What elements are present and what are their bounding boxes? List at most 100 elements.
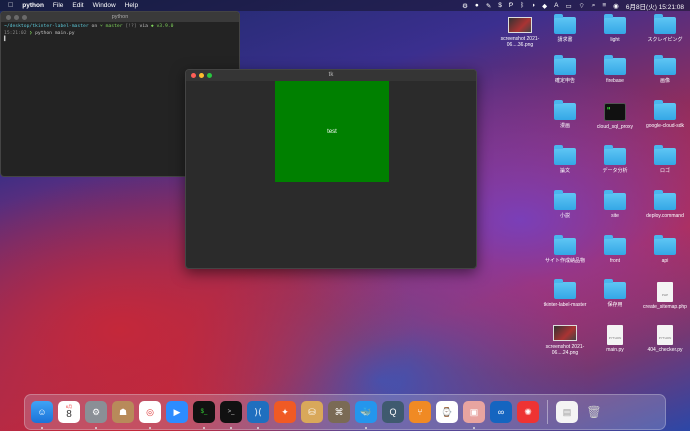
prompt-time: 15:21:02 <box>4 30 27 36</box>
desktop-item-label: 404_checker.py <box>647 347 683 353</box>
desktop-item[interactable]: firebase <box>590 55 640 84</box>
trash-icon[interactable]: 🗑 <box>583 401 605 423</box>
docker-icon[interactable]: 🐳 <box>355 401 377 429</box>
desktop-item[interactable]: ロゴ <box>640 145 690 174</box>
sequel-pro-icon[interactable]: ⛁ <box>301 401 323 423</box>
preview-icon[interactable]: ▣ <box>463 401 485 429</box>
evernote-icon[interactable]: ✎ <box>486 2 491 10</box>
desktop-item[interactable]: light <box>590 14 640 43</box>
desktop-item-label: 小説 <box>559 213 570 219</box>
desktop-item-label: screenshot 2021-06....24.png <box>545 344 585 356</box>
desktop-item[interactable]: 請求書 <box>540 14 590 43</box>
document-icon: PHP <box>657 282 673 302</box>
downloads-doc-icon[interactable]: ▤ <box>556 401 578 423</box>
desktop-item[interactable]: screenshot 2021-06....24.png <box>540 325 590 356</box>
prompt-command: python main.py <box>35 30 75 36</box>
menu-window[interactable]: Window <box>93 2 116 9</box>
dock: ☺ 6月 8 ⚙ ☗ ◎ ▶ $_ >_ ⟩⟨ ✦ ⛁ ⌘ 🐳 Q ⑂ ⌚ ▣ ∞… <box>24 394 666 430</box>
tk-window[interactable]: tk test <box>185 69 477 269</box>
terminal-output[interactable]: ~/desktop/tkinter-label-master on ⑂ mast… <box>1 22 239 46</box>
python-icon: ◆ <box>150 24 154 29</box>
desktop-item[interactable]: api <box>640 235 690 264</box>
desktop-item[interactable]: 漫画 <box>540 100 590 129</box>
desktop-item[interactable]: PYTHON 404_checker.py <box>640 325 690 353</box>
desktop-item[interactable]: 保存用 <box>590 279 640 308</box>
document-icon: PYTHON <box>657 325 673 345</box>
desktop-item[interactable]: screenshot 2021-06....36.png <box>495 17 545 48</box>
dollar-icon[interactable]: $ <box>498 2 502 9</box>
clock-icon[interactable]: ✺ <box>517 401 539 423</box>
folder-icon <box>654 145 676 165</box>
desktop-item[interactable]: PHP create_sitemap.php <box>640 282 690 310</box>
desktop-item[interactable]: 論文 <box>540 145 590 174</box>
terminal-titlebar[interactable]: python <box>1 12 239 22</box>
simulator-icon[interactable]: ⌚ <box>436 401 458 423</box>
desktop-item-label: ロゴ <box>659 168 670 174</box>
finder-icon[interactable]: ☺ <box>31 401 53 429</box>
gear-icon[interactable]: ⚙ <box>462 2 468 10</box>
folder-icon <box>654 14 676 34</box>
desktop-item-label: サイト作成納品物 <box>544 258 585 264</box>
swift-icon[interactable]: ✦ <box>274 401 296 423</box>
tk-label: test <box>275 81 389 182</box>
record-icon[interactable]: ● <box>475 2 479 9</box>
desktop-item[interactable]: deploy.command <box>640 190 690 219</box>
menu-bar:  python File Edit Window Help ⚙ ● ✎ $ Ᵽ… <box>0 0 690 11</box>
desktop-item[interactable]: front <box>590 235 640 264</box>
git-branch-icon: ⑂ <box>99 24 103 29</box>
terminal-icon[interactable]: $_ <box>193 401 215 429</box>
menu-clock[interactable]: 6月8日(火) 15:21:08 <box>626 1 684 11</box>
system-preferences-icon[interactable]: ⚙ <box>85 401 107 429</box>
desktop-item[interactable]: データ分析 <box>590 145 640 174</box>
desktop-item[interactable]: 確定申告 <box>540 55 590 84</box>
image-thumbnail-icon <box>553 325 577 341</box>
executable-icon: ▮▮ <box>604 103 626 121</box>
desktop-item-label: front <box>609 258 620 264</box>
contacts-icon[interactable]: ☗ <box>112 401 134 423</box>
zoom-icon[interactable]: ▶ <box>166 401 188 423</box>
desktop-item[interactable]: google-cloud-sdk <box>640 100 690 129</box>
folder-icon <box>604 235 626 255</box>
control-center-icon[interactable]: ≡ <box>602 2 606 9</box>
desktop-item-label: cloud_sql_proxy <box>596 124 634 130</box>
search-icon[interactable]: ⌕ <box>592 2 596 10</box>
puzzle-icon[interactable]: ◆ <box>542 2 547 10</box>
iterm-icon[interactable]: >_ <box>220 401 242 429</box>
tk-title: tk <box>328 72 334 78</box>
menu-file[interactable]: File <box>53 2 63 9</box>
desktop-item-label: 漫画 <box>559 123 570 129</box>
desktop-item[interactable]: PYTHON main.py <box>590 325 640 353</box>
chrome-icon[interactable]: ◎ <box>139 401 161 429</box>
desktop-item[interactable]: 小説 <box>540 190 590 219</box>
siri-icon[interactable]: ◉ <box>613 2 619 10</box>
quicktime-icon[interactable]: Q <box>382 401 404 423</box>
folder-icon <box>604 14 626 34</box>
desktop-item-label: google-cloud-sdk <box>645 123 685 129</box>
desktop-item-label: 確定申告 <box>554 78 575 84</box>
desktop-item-label: 請求書 <box>557 37 573 43</box>
p-icon[interactable]: Ᵽ <box>509 2 513 9</box>
utility-icon[interactable]: ⌘ <box>328 401 350 423</box>
apple-icon[interactable]:  <box>8 2 13 9</box>
arduino-icon[interactable]: ∞ <box>490 401 512 423</box>
tk-titlebar[interactable]: tk <box>186 70 476 81</box>
desktop-item-label: 画像 <box>659 78 670 84</box>
desktop-item[interactable]: site <box>590 190 640 219</box>
desktop-item[interactable]: スクレイピング <box>640 14 690 43</box>
power-icon[interactable]: ◑ <box>531 2 535 9</box>
sourcetree-icon[interactable]: ⑂ <box>409 401 431 423</box>
menu-help[interactable]: Help <box>125 2 138 9</box>
desktop-item[interactable]: サイト作成納品物 <box>540 235 590 264</box>
menu-app-name[interactable]: python <box>22 2 44 9</box>
vscode-icon[interactable]: ⟩⟨ <box>247 401 269 429</box>
desktop-item[interactable]: tkinter-label-master <box>540 279 590 308</box>
folder-icon <box>604 190 626 210</box>
menu-edit[interactable]: Edit <box>72 2 83 9</box>
wifi-icon[interactable]: ⌔ <box>579 1 585 10</box>
desktop-item[interactable]: 画像 <box>640 55 690 84</box>
battery-icon[interactable]: ▭ <box>565 2 571 10</box>
input-source-icon[interactable]: A <box>554 2 558 9</box>
calendar-icon[interactable]: 6月 8 <box>58 401 80 423</box>
desktop-item[interactable]: ▮▮ cloud_sql_proxy <box>590 103 640 130</box>
bluetooth-icon[interactable]: ᛒ <box>520 2 524 9</box>
